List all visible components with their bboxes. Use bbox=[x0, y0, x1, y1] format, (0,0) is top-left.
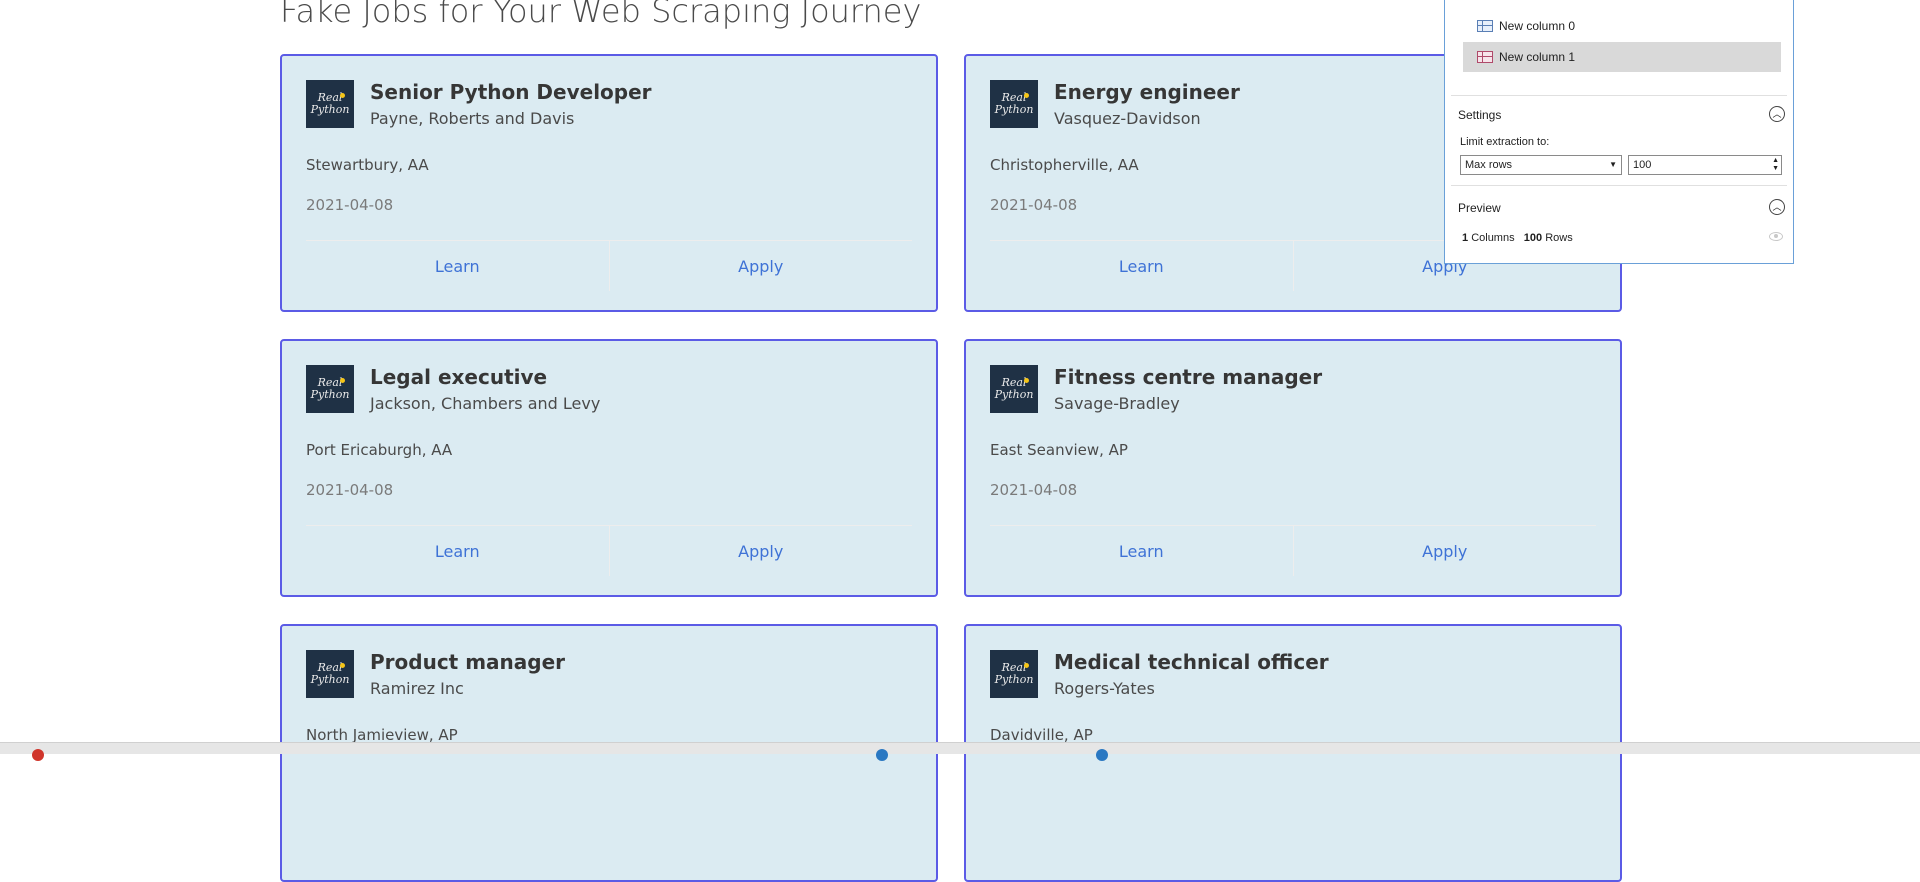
company-name: Ramirez Inc bbox=[370, 679, 464, 698]
learn-link[interactable]: Learn bbox=[990, 526, 1293, 576]
card-footer: Learn Apply bbox=[306, 525, 912, 576]
job-title: Fitness centre manager bbox=[1054, 365, 1323, 389]
posting-date: 2021-04-08 bbox=[306, 481, 394, 499]
job-title: Senior Python Developer bbox=[370, 80, 652, 104]
apply-link[interactable]: Apply bbox=[608, 241, 913, 291]
company-name: Vasquez-Davidson bbox=[1054, 109, 1201, 128]
table-column-icon bbox=[1477, 51, 1493, 63]
dropdown-arrow-icon: ▼ bbox=[1609, 160, 1617, 169]
company-name: Payne, Roberts and Davis bbox=[370, 109, 575, 128]
job-location: Port Ericaburgh, AA bbox=[306, 441, 453, 459]
app-icon[interactable] bbox=[876, 749, 888, 761]
real-python-logo: Real Python bbox=[306, 650, 354, 698]
real-python-logo: Real Python bbox=[306, 80, 354, 128]
posting-date: 2021-04-08 bbox=[306, 196, 394, 214]
real-python-logo: Real Python bbox=[990, 80, 1038, 128]
company-name: Savage-Bradley bbox=[1054, 394, 1180, 413]
job-card: Real Python Senior Python Developer Payne… bbox=[280, 54, 938, 312]
card-footer: Learn Apply bbox=[306, 240, 912, 291]
chevron-up-icon: ︿ bbox=[1772, 201, 1782, 212]
job-card: Real Python Fitness centre manager Savage… bbox=[964, 339, 1622, 597]
job-card: Real Python Legal executive Jackson, Cham… bbox=[280, 339, 938, 597]
taskbar bbox=[0, 742, 1920, 761]
limit-mode-select[interactable]: Max rows ▼ bbox=[1460, 155, 1622, 175]
table-column-icon bbox=[1477, 20, 1493, 32]
real-python-logo: Real Python bbox=[990, 365, 1038, 413]
app-icon[interactable] bbox=[32, 749, 44, 761]
job-location: Christopherville, AA bbox=[990, 156, 1139, 174]
chevron-up-icon: ︿ bbox=[1772, 108, 1782, 119]
real-python-logo: Real Python bbox=[990, 650, 1038, 698]
column-item[interactable]: New column 0 bbox=[1463, 11, 1781, 41]
apply-link[interactable]: Apply bbox=[608, 526, 913, 576]
job-title: Legal executive bbox=[370, 365, 548, 389]
column-label: New column 1 bbox=[1499, 50, 1576, 64]
job-title: Medical technical officer bbox=[1054, 650, 1329, 674]
posting-date: 2021-04-08 bbox=[990, 196, 1078, 214]
eye-icon[interactable] bbox=[1769, 232, 1783, 241]
preview-section-title: Preview bbox=[1458, 201, 1501, 215]
job-title: Product manager bbox=[370, 650, 566, 674]
column-label: New column 0 bbox=[1499, 19, 1576, 33]
preview-stats: 1 Columns 100 Rows bbox=[1462, 232, 1573, 244]
posting-date: 2021-04-08 bbox=[990, 481, 1078, 499]
collapse-preview-button[interactable]: ︿ bbox=[1769, 199, 1785, 215]
company-name: Rogers-Yates bbox=[1054, 679, 1155, 698]
extraction-panel: New column 0 New column 1 Settings ︿ Lim… bbox=[1444, 0, 1794, 264]
app-icon[interactable] bbox=[1096, 749, 1108, 761]
learn-link[interactable]: Learn bbox=[306, 241, 609, 291]
card-footer: Learn Apply bbox=[990, 525, 1596, 576]
page-title: Fake Jobs for Your Web Scraping Journey bbox=[280, 0, 922, 30]
settings-section-title: Settings bbox=[1458, 108, 1502, 122]
spinner-arrows-icon[interactable]: ▲ ▼ bbox=[1772, 157, 1779, 173]
real-python-logo: Real Python bbox=[306, 365, 354, 413]
limit-extraction-label: Limit extraction to: bbox=[1460, 136, 1550, 148]
company-name: Jackson, Chambers and Levy bbox=[370, 394, 601, 413]
job-title: Energy engineer bbox=[1054, 80, 1240, 104]
divider bbox=[1451, 95, 1787, 96]
learn-link[interactable]: Learn bbox=[990, 241, 1293, 291]
column-item-selected[interactable]: New column 1 bbox=[1463, 42, 1781, 72]
learn-link[interactable]: Learn bbox=[306, 526, 609, 576]
divider bbox=[1451, 185, 1787, 186]
job-location: Stewartbury, AA bbox=[306, 156, 429, 174]
job-location: East Seanview, AP bbox=[990, 441, 1128, 459]
collapse-settings-button[interactable]: ︿ bbox=[1769, 106, 1785, 122]
limit-value-input[interactable]: 100 ▲ ▼ bbox=[1628, 155, 1782, 175]
apply-link[interactable]: Apply bbox=[1292, 526, 1597, 576]
